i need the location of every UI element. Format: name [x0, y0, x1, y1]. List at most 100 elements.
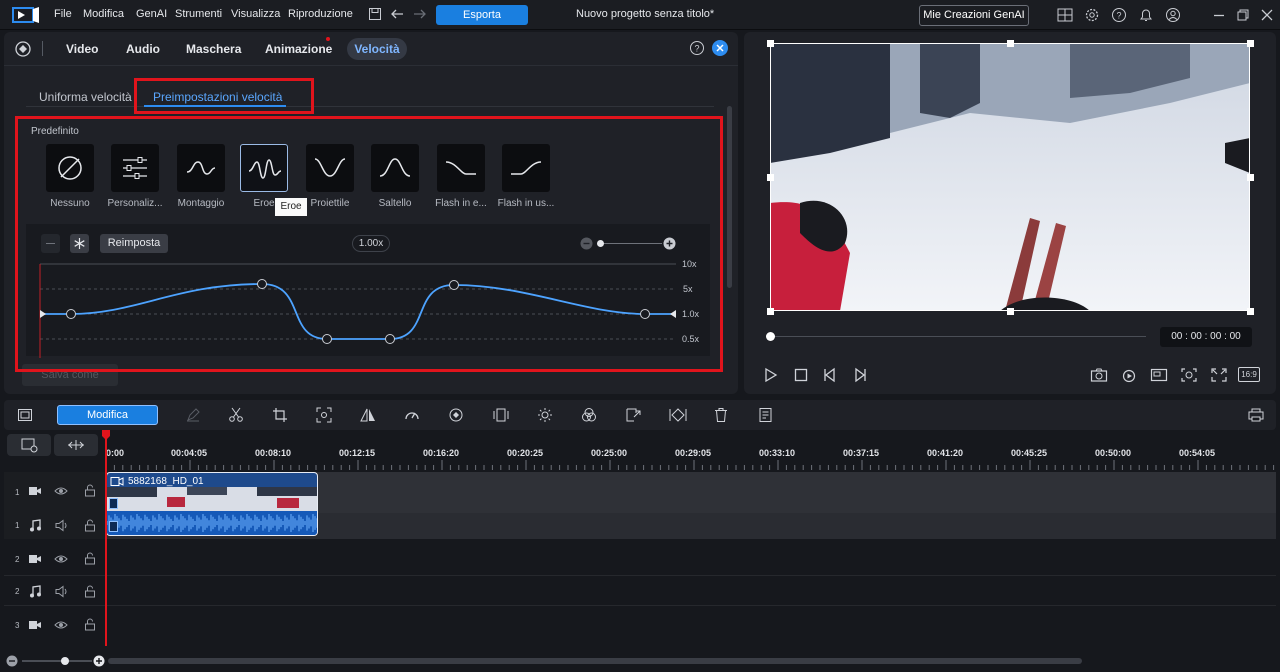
menu-playback[interactable]: Riproduzione	[288, 8, 353, 20]
display-settings-icon[interactable]	[1150, 367, 1168, 383]
timeline-zoom-track[interactable]	[22, 660, 92, 662]
subtitle-list-icon[interactable]	[757, 407, 773, 423]
timeline-view-icon[interactable]	[17, 407, 33, 423]
timeline-ruler[interactable]: 0:00 00:04:05 00:08:10 00:12:15 00:16:20…	[106, 434, 1276, 470]
redo-icon[interactable]	[412, 8, 426, 20]
close-window-icon[interactable]	[1259, 7, 1275, 23]
restore-icon[interactable]	[1235, 7, 1251, 23]
minimize-icon[interactable]	[1211, 7, 1227, 23]
resize-handle[interactable]	[767, 40, 774, 47]
help-icon[interactable]: ?	[1111, 7, 1127, 23]
video-track-2[interactable]: 2	[4, 543, 1276, 576]
menu-genai[interactable]: GenAI	[136, 8, 167, 20]
ruler-label: 00:25:00	[591, 448, 628, 458]
video-preview[interactable]	[770, 43, 1250, 311]
settings-gear-icon[interactable]	[1084, 7, 1100, 23]
delete-trash-icon[interactable]	[713, 407, 729, 423]
tab-video[interactable]: Video	[66, 42, 98, 56]
visibility-eye-icon[interactable]	[54, 619, 68, 631]
lock-icon[interactable]	[84, 519, 96, 532]
edit-button[interactable]: Modifica	[57, 405, 158, 425]
keyframe-icon[interactable]	[669, 407, 687, 423]
visibility-eye-icon[interactable]	[54, 485, 68, 497]
clip-thumbnails	[107, 487, 317, 535]
tab-animation[interactable]: Animazione	[265, 42, 332, 56]
track-header: 1	[4, 513, 106, 539]
audio-track-2[interactable]: 2	[4, 577, 1276, 606]
timeline-playhead[interactable]	[105, 432, 107, 646]
subtab-uniform-speed[interactable]: Uniforma velocità	[39, 90, 132, 104]
resize-handle[interactable]	[767, 308, 774, 315]
video-track-3[interactable]: 3	[4, 607, 1276, 645]
volume-icon[interactable]	[55, 585, 69, 598]
tab-mask[interactable]: Maschera	[186, 42, 241, 56]
previous-frame-icon[interactable]	[822, 367, 838, 383]
tab-speed[interactable]: Velocità	[347, 38, 407, 60]
resize-handle[interactable]	[1007, 308, 1014, 315]
aspect-ratio-button[interactable]: 16:9	[1238, 367, 1260, 382]
svg-text:?: ?	[694, 44, 699, 54]
track-manager-icon	[21, 438, 38, 453]
zoom-out-icon[interactable]	[6, 655, 18, 667]
visibility-eye-icon[interactable]	[54, 553, 68, 565]
next-frame-icon[interactable]	[852, 367, 868, 383]
export-clip-icon[interactable]	[625, 407, 641, 423]
speed-gauge-icon[interactable]	[404, 407, 420, 423]
save-icon[interactable]	[368, 7, 382, 21]
notifications-icon[interactable]	[1138, 7, 1154, 23]
resize-handle[interactable]	[1247, 40, 1254, 47]
stabilizer-icon[interactable]	[493, 407, 509, 423]
lock-icon[interactable]	[84, 618, 96, 631]
menu-tools[interactable]: Strumenti	[175, 8, 222, 20]
account-icon[interactable]	[1165, 7, 1181, 23]
snapshot-camera-icon[interactable]	[1090, 367, 1108, 383]
timeline-zoom-thumb[interactable]	[61, 657, 69, 665]
auto-reframe-icon[interactable]	[316, 407, 332, 423]
lock-icon[interactable]	[84, 552, 96, 565]
my-creations-button[interactable]: Mie Creazioni GenAI	[919, 5, 1029, 26]
pen-tool-icon[interactable]	[185, 407, 201, 423]
track-manager-button[interactable]	[7, 434, 51, 456]
menu-view[interactable]: Visualizza	[231, 8, 280, 20]
volume-icon[interactable]	[55, 519, 69, 532]
close-panel-icon[interactable]	[712, 40, 728, 56]
print-render-icon[interactable]	[1247, 407, 1265, 423]
help-icon[interactable]: ?	[689, 40, 705, 56]
menu-file[interactable]: File	[54, 8, 72, 20]
highlight-box-presets-area	[15, 116, 723, 372]
lock-icon[interactable]	[84, 585, 96, 598]
crop-icon[interactable]	[272, 407, 288, 423]
resize-handle[interactable]	[767, 174, 774, 181]
menu-edit[interactable]: Modifica	[83, 8, 124, 20]
color-adjust-icon[interactable]	[581, 407, 597, 423]
preview-seekbar[interactable]	[770, 336, 1146, 337]
clip-info-marker	[109, 521, 118, 532]
layout-icon[interactable]	[1057, 7, 1073, 23]
ai-tools-icon[interactable]	[13, 40, 33, 58]
tab-audio[interactable]: Audio	[126, 42, 160, 56]
timeline-horizontal-scrollbar[interactable]	[108, 658, 1082, 664]
panel-scrollbar[interactable]	[727, 106, 732, 288]
resize-handle[interactable]	[1007, 40, 1014, 47]
highlight-box-presets-tab	[134, 78, 314, 114]
seekbar-thumb[interactable]	[766, 332, 775, 341]
fit-timeline-button[interactable]	[54, 434, 98, 456]
ruler-label: 00:08:10	[255, 448, 292, 458]
cut-scissors-icon[interactable]	[228, 407, 244, 423]
undo-icon[interactable]	[391, 8, 405, 20]
render-preview-icon[interactable]	[1121, 367, 1139, 383]
stop-icon[interactable]	[793, 367, 809, 383]
flip-icon[interactable]	[360, 407, 376, 423]
resize-handle[interactable]	[1247, 174, 1254, 181]
brightness-icon[interactable]	[537, 407, 553, 423]
export-button[interactable]: Esporta	[436, 5, 528, 25]
lock-icon[interactable]	[84, 484, 96, 497]
resize-handle[interactable]	[1247, 308, 1254, 315]
play-icon[interactable]	[763, 367, 779, 383]
ai-effects-icon[interactable]	[448, 407, 464, 423]
ruler-label: 00:54:05	[1179, 448, 1216, 458]
fullscreen-icon[interactable]	[1210, 367, 1228, 383]
playhead-handle[interactable]	[102, 430, 110, 440]
zoom-in-icon[interactable]	[93, 655, 105, 667]
zoom-preview-icon[interactable]	[1180, 367, 1198, 383]
